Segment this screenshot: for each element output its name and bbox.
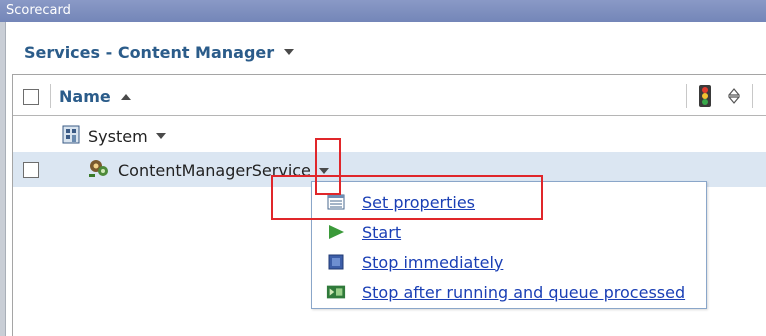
row-label[interactable]: System xyxy=(88,127,148,146)
chevron-down-icon[interactable] xyxy=(155,133,166,139)
menu-item-label[interactable]: Start xyxy=(362,223,401,242)
column-header-name[interactable]: Name xyxy=(59,87,131,106)
sort-toggle-icon[interactable] xyxy=(727,88,741,108)
column-divider xyxy=(752,84,753,108)
column-divider xyxy=(50,84,51,108)
stop-icon xyxy=(326,253,346,271)
select-all-checkbox[interactable] xyxy=(23,89,39,105)
row-checkbox[interactable] xyxy=(23,162,39,178)
stop-after-queue-icon xyxy=(326,283,346,301)
window-titlebar: Scorecard xyxy=(0,0,766,22)
chevron-down-icon[interactable] xyxy=(284,49,295,55)
system-icon xyxy=(62,124,80,148)
table-row[interactable]: System xyxy=(62,124,166,148)
column-divider xyxy=(686,84,687,108)
start-icon xyxy=(326,223,346,241)
menu-item-label[interactable]: Stop immediately xyxy=(362,253,503,272)
column-header-name-label[interactable]: Name xyxy=(59,87,111,106)
highlight-box-set-properties xyxy=(271,175,543,220)
menu-item-label[interactable]: Stop after running and queue processed xyxy=(362,283,685,302)
breadcrumb[interactable]: Services - Content Manager xyxy=(24,40,295,64)
window-title: Scorecard xyxy=(6,3,71,18)
menu-item-stop-after-queue[interactable]: Stop after running and queue processed xyxy=(326,281,685,303)
window-frame-inner xyxy=(5,22,6,336)
menu-item-start[interactable]: Start xyxy=(326,221,401,243)
service-gears-icon xyxy=(88,158,110,182)
sort-ascending-icon[interactable] xyxy=(120,93,131,100)
menu-item-stop-immediately[interactable]: Stop immediately xyxy=(326,251,503,273)
breadcrumb-label[interactable]: Services - Content Manager xyxy=(24,43,274,62)
status-traffic-light-icon[interactable] xyxy=(696,84,714,112)
